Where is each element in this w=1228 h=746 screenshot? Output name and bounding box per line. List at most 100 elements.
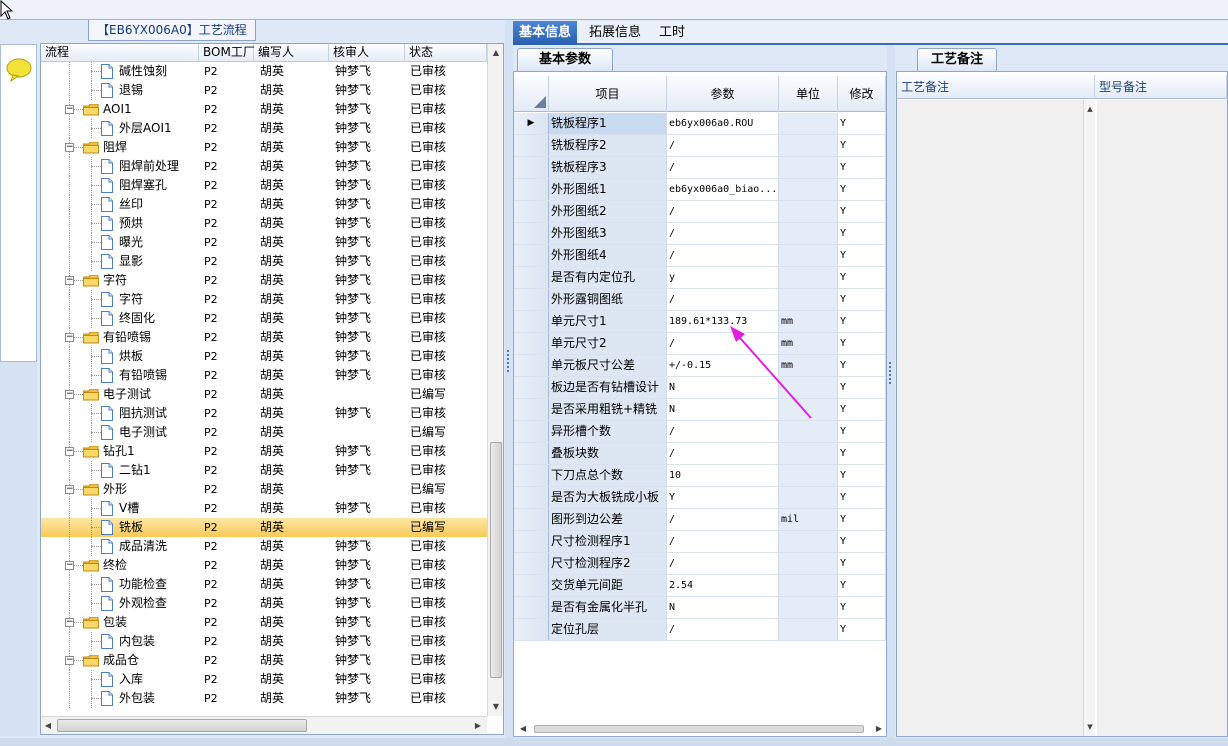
param-modify-cell[interactable]: Y — [838, 509, 886, 530]
param-value-cell[interactable]: y — [667, 267, 779, 288]
tree-row[interactable]: 外层AOI1 P2 胡英 钟梦飞 已审核 — [41, 119, 487, 138]
tree-row[interactable]: − 电子测试 P2 胡英 已编写 — [41, 385, 487, 404]
param-value-cell[interactable]: Y — [667, 487, 779, 508]
tab-work-hours[interactable]: 工时 — [653, 21, 691, 45]
param-value-cell[interactable]: N — [667, 377, 779, 398]
param-modify-cell[interactable]: Y — [838, 201, 886, 222]
tree-row[interactable]: − 阻焊 P2 胡英 钟梦飞 已审核 — [41, 138, 487, 157]
tree-row[interactable]: 终固化 P2 胡英 钟梦飞 已审核 — [41, 309, 487, 328]
tree-row[interactable]: 电子测试 P2 胡英 已编写 — [41, 423, 487, 442]
param-value-cell[interactable]: / — [667, 157, 779, 178]
row-header[interactable] — [514, 465, 549, 486]
param-row[interactable]: 交货单元间距 2.54 Y — [514, 575, 886, 597]
params-notes-splitter[interactable] — [887, 46, 895, 740]
param-row[interactable]: 是否有内定位孔 y Y — [514, 267, 886, 289]
tree-row[interactable]: 内包装 P2 胡英 钟梦飞 已审核 — [41, 632, 487, 651]
tree-row[interactable]: 外包装 P2 胡英 钟梦飞 已审核 — [41, 689, 487, 708]
chat-bubble-icon[interactable] — [5, 57, 33, 83]
grid-scroll-left-icon[interactable]: ◀ — [516, 722, 530, 736]
row-header[interactable] — [514, 487, 549, 508]
tree-row[interactable]: 功能检查 P2 胡英 钟梦飞 已审核 — [41, 575, 487, 594]
param-modify-cell[interactable]: Y — [838, 531, 886, 552]
tree-row[interactable]: 入库 P2 胡英 钟梦飞 已审核 — [41, 670, 487, 689]
grid-scroll-thumb[interactable] — [534, 725, 864, 733]
param-row[interactable]: 外形图纸3/ Y — [514, 223, 886, 245]
tree-row[interactable]: 显影 P2 胡英 钟梦飞 已审核 — [41, 252, 487, 271]
param-value-cell[interactable]: eb6yx006a0.ROU — [667, 113, 779, 134]
tree-row[interactable]: − 钻孔1 P2 胡英 钟梦飞 已审核 — [41, 442, 487, 461]
param-modify-cell[interactable]: Y — [838, 355, 886, 376]
param-row[interactable]: 定位孔层 / Y — [514, 619, 886, 641]
param-value-cell[interactable]: / — [667, 553, 779, 574]
param-value-cell[interactable]: / — [667, 619, 779, 640]
param-modify-cell[interactable]: Y — [838, 575, 886, 596]
row-header[interactable] — [514, 135, 549, 156]
param-row[interactable]: ▶ 铣板程序1 eb6yx006a0.ROU Y — [514, 113, 886, 135]
param-row[interactable]: 尺寸检测程序2/ Y — [514, 553, 886, 575]
param-modify-cell[interactable]: Y — [838, 487, 886, 508]
param-modify-cell[interactable]: Y — [838, 113, 886, 134]
collapse-toggle-icon[interactable]: − — [65, 561, 74, 570]
row-header[interactable] — [514, 157, 549, 178]
grid-col-unit[interactable]: 单位 — [779, 76, 838, 112]
param-modify-cell[interactable]: Y — [838, 443, 886, 464]
param-value-cell[interactable]: N — [667, 399, 779, 420]
row-header[interactable] — [514, 509, 549, 530]
param-row[interactable]: 单元尺寸1 189.61*133.73 mm Y — [514, 311, 886, 333]
param-value-cell[interactable]: 10 — [667, 465, 779, 486]
param-value-cell[interactable]: / — [667, 201, 779, 222]
tree-row-selected[interactable]: 铣板 P2 胡英 已编写 — [41, 518, 487, 537]
tree-row[interactable]: V槽 P2 胡英 钟梦飞 已审核 — [41, 499, 487, 518]
tab-basic-info[interactable]: 基本信息 — [513, 21, 578, 45]
row-header[interactable] — [514, 333, 549, 354]
param-row[interactable]: 下刀点总个数 10 Y — [514, 465, 886, 487]
param-modify-cell[interactable]: Y — [838, 289, 886, 310]
collapse-toggle-icon[interactable]: − — [65, 105, 74, 114]
param-value-cell[interactable]: / — [667, 135, 779, 156]
param-modify-cell[interactable]: Y — [838, 267, 886, 288]
tree-row[interactable]: 成品清洗 P2 胡英 钟梦飞 已审核 — [41, 537, 487, 556]
row-header[interactable] — [514, 443, 549, 464]
row-header[interactable] — [514, 245, 549, 266]
param-modify-cell[interactable]: Y — [838, 157, 886, 178]
param-modify-cell[interactable]: Y — [838, 399, 886, 420]
process-notes-area[interactable] — [897, 100, 1095, 736]
row-header[interactable] — [514, 553, 549, 574]
model-notes-area[interactable] — [1097, 100, 1227, 736]
param-modify-cell[interactable]: Y — [838, 553, 886, 574]
param-value-cell[interactable]: 2.54 — [667, 575, 779, 596]
row-header[interactable] — [514, 223, 549, 244]
tree-row[interactable]: − 字符 P2 胡英 钟梦飞 已审核 — [41, 271, 487, 290]
tree-row[interactable]: 字符 P2 胡英 钟梦飞 已审核 — [41, 290, 487, 309]
tree-vertical-scroll-thumb[interactable] — [490, 442, 502, 678]
tab-basic-params[interactable]: 基本参数 — [517, 48, 613, 71]
param-row[interactable]: 板边是否有钻槽设计 N Y — [514, 377, 886, 399]
row-header[interactable] — [514, 619, 549, 640]
param-row[interactable]: 叠板块数 / Y — [514, 443, 886, 465]
collapse-toggle-icon[interactable]: − — [65, 143, 74, 152]
param-row[interactable]: 单元尺寸2/mm Y — [514, 333, 886, 355]
tree-params-splitter[interactable] — [505, 20, 513, 740]
tree-row[interactable]: 二钻1 P2 胡英 钟梦飞 已审核 — [41, 461, 487, 480]
tree-row[interactable]: 退锡 P2 胡英 钟梦飞 已审核 — [41, 81, 487, 100]
param-row[interactable]: 是否有金属化半孔 N Y — [514, 597, 886, 619]
col-header-status[interactable]: 状态 — [405, 44, 487, 62]
param-value-cell[interactable]: / — [667, 333, 779, 354]
param-modify-cell[interactable]: Y — [838, 619, 886, 640]
param-row[interactable]: 外形图纸4/ Y — [514, 245, 886, 267]
scroll-up-arrow-icon[interactable]: ▲ — [489, 46, 503, 60]
row-header[interactable] — [514, 289, 549, 310]
param-row[interactable]: 外形图纸1 eb6yx006a0_biao... Y — [514, 179, 886, 201]
param-modify-cell[interactable]: Y — [838, 311, 886, 332]
param-value-cell[interactable]: / — [667, 509, 779, 530]
param-value-cell[interactable]: N — [667, 597, 779, 618]
row-header[interactable] — [514, 575, 549, 596]
row-header[interactable] — [514, 311, 549, 332]
tree-row[interactable]: − 包装 P2 胡英 钟梦飞 已审核 — [41, 613, 487, 632]
param-modify-cell[interactable]: Y — [838, 333, 886, 354]
param-row[interactable]: 单元板尺寸公差 +/-0.15 mm Y — [514, 355, 886, 377]
grid-col-item[interactable]: 项目 — [549, 76, 667, 112]
collapse-toggle-icon[interactable]: − — [65, 390, 74, 399]
tree-row[interactable]: 预烘 P2 胡英 钟梦飞 已审核 — [41, 214, 487, 233]
param-modify-cell[interactable]: Y — [838, 179, 886, 200]
